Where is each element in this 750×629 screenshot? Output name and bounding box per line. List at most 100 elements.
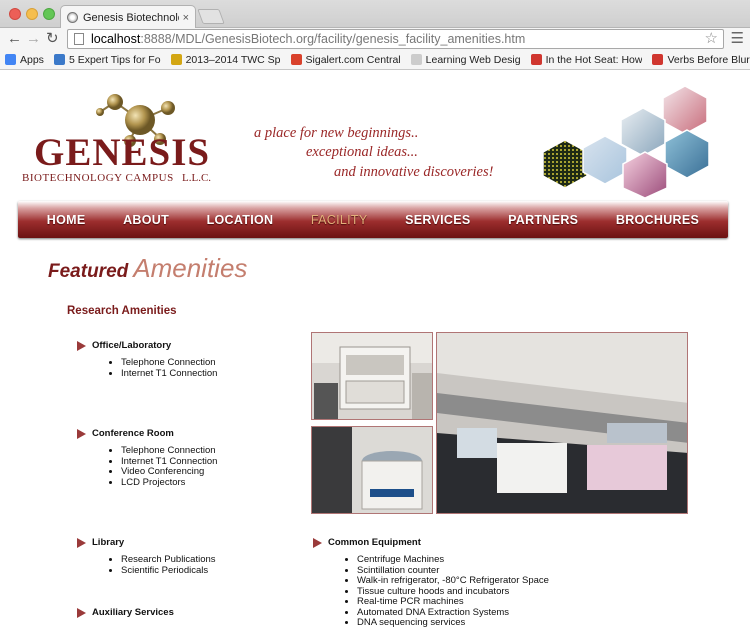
- window-maximize-button[interactable]: [43, 8, 55, 20]
- centrifuge-photo: [311, 426, 433, 514]
- window-minimize-button[interactable]: [26, 8, 38, 20]
- section-title: Common Equipment: [328, 537, 421, 548]
- hexagon-tile: [622, 151, 668, 199]
- hexagon-tile: [542, 139, 588, 189]
- browser-toolbar: ← → ↻ localhost:8888/MDL/GenesisBiotech.…: [0, 28, 750, 50]
- section-title: Conference Room: [92, 428, 174, 439]
- lab-instrument-photo: [311, 332, 433, 420]
- list-item: Video Conferencing: [121, 466, 217, 478]
- hexagon-tile: [662, 85, 708, 135]
- bookmark-item[interactable]: 5 Expert Tips for Fo: [53, 53, 161, 66]
- bookmark-label: Sigalert.com Central: [305, 53, 401, 66]
- arrow-bullet-icon: [77, 607, 86, 618]
- browser-tab[interactable]: Genesis Biotechnology Ca ×: [60, 5, 196, 29]
- apps-grid-icon: [5, 54, 16, 65]
- list-item: Walk-in refrigerator, -80°C Refrigerator…: [357, 575, 549, 587]
- research-amenities-title: Research Amenities: [67, 305, 177, 317]
- arrow-bullet-icon: [313, 537, 322, 548]
- list-item: Telephone Connection: [121, 357, 217, 369]
- new-tab-button[interactable]: [197, 9, 225, 24]
- bookmark-item[interactable]: 2013–2014 TWC Sp: [170, 53, 281, 66]
- tagline-line-3: and innovative discoveries!: [334, 164, 494, 180]
- nav-item-brochures[interactable]: BROCHURES: [616, 213, 699, 227]
- tab-bar: Genesis Biotechnology Ca ×: [0, 0, 750, 29]
- amenity-list: Centrifuge MachinesScintillation counter…: [313, 554, 549, 629]
- list-item: Research Publications: [121, 554, 216, 566]
- page-favicon: [410, 54, 422, 65]
- hexagon-tile: [664, 129, 710, 179]
- nav-item-services[interactable]: SERVICES: [405, 213, 470, 227]
- logo-wordmark: GENESIS: [34, 131, 211, 174]
- bookmark-star-icon[interactable]: ☆: [705, 30, 718, 48]
- main-navigation: HOME ABOUT LOCATION FACILITY SERVICES PARTNER…: [18, 201, 728, 238]
- bookmark-label: Verbs Before Blurbs: [667, 53, 750, 66]
- url-path: :8888/MDL/GenesisBiotech.org/facility/ge…: [140, 32, 526, 46]
- amenity-list: Telephone ConnectionInternet T1 Connecti…: [77, 357, 217, 380]
- bookmark-item[interactable]: Learning Web Desig: [410, 53, 521, 66]
- section-title: Office/Laboratory: [92, 340, 172, 351]
- window-close-button[interactable]: [9, 8, 21, 20]
- bookmark-item[interactable]: Verbs Before Blurbs: [652, 54, 750, 66]
- list-item: Scientific Periodicals: [121, 565, 216, 577]
- bookmark-item[interactable]: Apps: [5, 54, 44, 66]
- nav-item-facility[interactable]: FACILITY: [311, 213, 368, 227]
- list-item: DNA sequencing services: [357, 617, 549, 629]
- page-icon: [74, 33, 84, 45]
- section-title: Library: [92, 537, 125, 548]
- url-host: localhost: [91, 32, 141, 46]
- robotic-lab-system-photo: [436, 332, 688, 514]
- section-common-equipment: Common Equipment Centrifuge MachinesScin…: [313, 537, 549, 629]
- arrow-bullet-icon: [77, 428, 86, 439]
- list-item: Internet T1 Connection: [121, 368, 217, 380]
- nav-item-location[interactable]: LOCATION: [207, 213, 274, 227]
- heading-featured: Featured: [48, 261, 129, 282]
- nav-item-home[interactable]: HOME: [47, 213, 86, 227]
- lab-hexagon-collage: [542, 85, 710, 199]
- tagline: a place for new beginnings.. exceptional…: [254, 125, 514, 195]
- web-page: GENESIS BIOTECHNOLOGY CAMPUS L.L.C. a pl…: [0, 70, 750, 629]
- reload-icon[interactable]: ↻: [46, 29, 59, 49]
- forward-arrow-icon[interactable]: →: [26, 29, 41, 49]
- heading-amenities: Amenities: [133, 253, 248, 283]
- amenity-list: Research PublicationsScientific Periodic…: [77, 554, 216, 577]
- bookmarks-bar: Apps 5 Expert Tips for Fo 2013–2014 TWC Sp…: [0, 50, 750, 70]
- bookmark-label: 5 Expert Tips for Fo: [68, 53, 161, 66]
- back-arrow-icon[interactable]: ←: [7, 29, 22, 49]
- twc-favicon: [170, 54, 182, 65]
- bookmark-item[interactable]: In the Hot Seat: How: [530, 53, 643, 66]
- section-auxiliary-services: Auxiliary Services: [77, 607, 174, 625]
- nav-item-partners[interactable]: PARTNERS: [508, 213, 578, 227]
- tagline-line-1: a place for new beginnings..: [254, 125, 419, 141]
- m-favicon: [53, 54, 65, 65]
- red-favicon: [530, 54, 542, 65]
- address-bar[interactable]: localhost:8888/MDL/GenesisBiotech.org/fa…: [67, 29, 724, 49]
- bookmark-label: Apps: [20, 53, 44, 66]
- red-favicon: [652, 54, 664, 65]
- list-item: LCD Projectors: [121, 477, 217, 489]
- section-title: Auxiliary Services: [92, 607, 174, 618]
- tagline-line-2: exceptional ideas...: [306, 144, 418, 160]
- arrow-bullet-icon: [77, 537, 86, 548]
- nav-item-about[interactable]: ABOUT: [123, 213, 169, 227]
- list-item: Real-time PCR machines: [357, 596, 549, 608]
- page-heading: Featured Amenities: [48, 253, 247, 284]
- bookmark-label: Learning Web Desig: [425, 53, 521, 66]
- genesis-logo[interactable]: GENESIS BIOTECHNOLOGY CAMPUS L.L.C.: [20, 90, 220, 190]
- section-office-laboratory: Office/Laboratory Telephone ConnectionIn…: [77, 340, 217, 379]
- arrow-bullet-icon: [77, 340, 86, 351]
- bookmark-label: 2013–2014 TWC Sp: [185, 53, 281, 66]
- section-library: Library Research PublicationsScientific …: [77, 537, 216, 576]
- list-item: Telephone Connection: [121, 445, 217, 457]
- amenity-list: Telephone ConnectionInternet T1 Connecti…: [77, 445, 217, 489]
- tab-title: Genesis Biotechnology Ca: [83, 11, 179, 24]
- tab-close-icon[interactable]: ×: [183, 12, 189, 24]
- sigalert-favicon: [290, 54, 302, 65]
- logo-subtitle: BIOTECHNOLOGY CAMPUS: [22, 172, 174, 184]
- hamburger-menu-icon[interactable]: ☰: [731, 31, 744, 46]
- bookmark-label: In the Hot Seat: How: [545, 53, 643, 66]
- list-item: Centrifuge Machines: [357, 554, 549, 566]
- bookmark-item[interactable]: Sigalert.com Central: [290, 53, 401, 66]
- browser-chrome: Genesis Biotechnology Ca × ← → ↻ localho…: [0, 0, 750, 70]
- globe-favicon-icon: [67, 12, 78, 23]
- section-conference-room: Conference Room Telephone ConnectionInte…: [77, 428, 217, 488]
